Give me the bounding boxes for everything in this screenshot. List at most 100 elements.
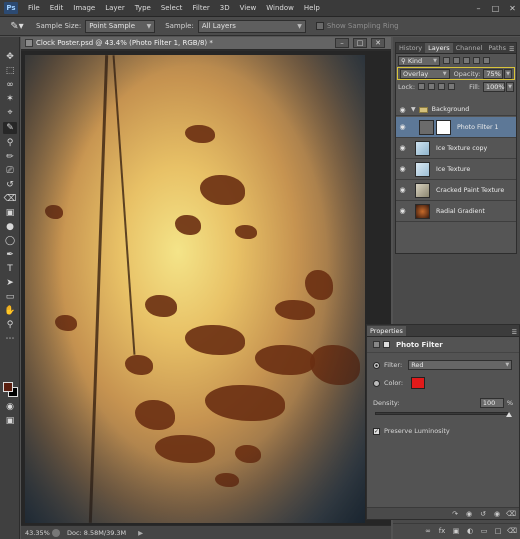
adjustment-filter-icon[interactable] — [453, 57, 460, 64]
stamp-icon[interactable]: ⎚ — [3, 165, 17, 177]
canvas-area[interactable] — [21, 51, 391, 525]
eye-icon[interactable]: ◉ — [396, 186, 409, 194]
fill-input[interactable]: 100% — [483, 81, 505, 92]
tab-channel[interactable]: Channel — [453, 43, 486, 53]
eye-icon[interactable]: ◉ — [396, 165, 409, 173]
density-input[interactable]: 100 — [479, 398, 504, 408]
shape-filter-icon[interactable] — [473, 57, 480, 64]
lock-transparent-icon[interactable] — [418, 83, 426, 90]
hand-icon[interactable]: ✋ — [3, 305, 17, 317]
blend-mode-select[interactable]: Overlay ▼ — [400, 68, 450, 79]
maximize-icon[interactable]: □ — [488, 2, 503, 15]
tab-properties[interactable]: Properties — [367, 326, 406, 336]
layer-row-cracked-paint[interactable]: ◉ Cracked Paint Texture — [396, 180, 516, 201]
eye-icon[interactable]: ◉ — [396, 123, 409, 131]
document-tab[interactable]: Clock Poster.psd @ 43.4% (Photo Filter 1… — [21, 37, 391, 50]
kind-filter-select[interactable]: ⚲ Kind ▼ — [398, 55, 440, 66]
status-menu-icon[interactable] — [52, 528, 60, 537]
lock-image-icon[interactable] — [428, 83, 436, 90]
reset-icon[interactable]: ↺ — [479, 510, 487, 518]
menu-filter[interactable]: Filter — [187, 4, 214, 12]
filter-radio[interactable] — [373, 361, 380, 369]
layer-mask-thumbnail[interactable] — [436, 119, 451, 135]
fx-icon[interactable]: fx — [438, 527, 446, 535]
new-layer-icon[interactable]: □ — [494, 527, 502, 535]
dodge-icon[interactable]: ◯ — [3, 235, 17, 247]
eye-icon[interactable]: ◉ — [396, 207, 409, 215]
zoom-icon[interactable]: ⚲ — [3, 319, 17, 331]
filter-color-swatch[interactable] — [411, 377, 426, 389]
chevron-down-icon[interactable]: ▼ — [504, 68, 512, 79]
opacity-input[interactable]: 75% — [483, 68, 504, 79]
tab-paths[interactable]: Paths — [485, 43, 509, 53]
density-slider-knob[interactable] — [506, 412, 512, 417]
quick-select-icon[interactable]: ✶ — [3, 93, 17, 105]
chevron-down-icon[interactable]: ▼ — [506, 81, 514, 92]
menu-file[interactable]: File — [23, 4, 45, 12]
restore-icon[interactable]: □ — [353, 38, 367, 48]
move-icon[interactable]: ✥ — [3, 51, 17, 63]
add-mask-icon[interactable]: ▣ — [452, 527, 460, 535]
pixel-filter-icon[interactable] — [443, 57, 450, 64]
color-radio[interactable] — [373, 379, 380, 387]
close-icon[interactable]: ✕ — [371, 38, 385, 48]
minimize-icon[interactable]: – — [471, 2, 486, 15]
minimize-icon[interactable]: – — [335, 38, 349, 48]
path-select-icon[interactable]: ➤ — [3, 277, 17, 289]
three-d-icon[interactable]: ⋯ — [3, 333, 17, 345]
menu-select[interactable]: Select — [156, 4, 188, 12]
menu-edit[interactable]: Edit — [45, 4, 69, 12]
type-filter-icon[interactable] — [463, 57, 470, 64]
screen-mode-icon[interactable]: ▣ — [3, 415, 17, 427]
menu-layer[interactable]: Layer — [100, 4, 130, 12]
trash-icon[interactable]: ⌫ — [506, 510, 516, 518]
visibility-icon[interactable]: ◉ — [493, 510, 501, 518]
layer-row-ice-texture-copy[interactable]: ◉ Ice Texture copy — [396, 138, 516, 159]
new-group-icon[interactable]: ▭ — [480, 527, 488, 535]
trash-icon[interactable]: ⌫ — [507, 527, 517, 535]
filter-select[interactable]: Red ▼ — [408, 360, 513, 370]
layer-row-radial-gradient[interactable]: ◉ Radial Gradient — [396, 201, 516, 222]
menu-3d[interactable]: 3D — [215, 4, 235, 12]
healing-icon[interactable]: ⚲ — [3, 137, 17, 149]
eye-icon[interactable]: ◉ — [396, 144, 409, 152]
menu-help[interactable]: Help — [299, 4, 325, 12]
gradient-icon[interactable]: ▣ — [3, 207, 17, 219]
mask-icon[interactable] — [383, 341, 390, 348]
sampling-ring-checkbox[interactable] — [315, 22, 324, 30]
sample-select[interactable]: All Layers ▼ — [197, 19, 306, 33]
preserve-luminosity-checkbox[interactable]: ✓ — [373, 427, 380, 435]
brush-icon[interactable]: ✏ — [3, 151, 17, 163]
adjustment-layer-icon[interactable]: ◐ — [466, 527, 474, 535]
chevron-right-icon[interactable]: ▶ — [138, 529, 143, 537]
layer-row-ice-texture[interactable]: ◉ Ice Texture — [396, 159, 516, 180]
eyedropper-icon[interactable]: ✎▾ — [6, 19, 28, 34]
menu-window[interactable]: Window — [261, 4, 299, 12]
density-slider[interactable] — [367, 411, 519, 419]
menu-type[interactable]: Type — [130, 4, 156, 12]
type-icon[interactable]: T — [3, 263, 17, 275]
close-icon[interactable]: ✕ — [505, 2, 520, 15]
view-previous-icon[interactable]: ◉ — [465, 510, 473, 518]
panel-menu-icon[interactable]: ☰ — [509, 46, 516, 53]
lock-all-icon[interactable] — [448, 83, 456, 90]
eraser-icon[interactable]: ⌫ — [3, 193, 17, 205]
tab-layers[interactable]: Layers — [425, 43, 453, 53]
tab-history[interactable]: History — [396, 43, 425, 53]
lock-position-icon[interactable] — [438, 83, 446, 90]
pen-icon[interactable]: ✒ — [3, 249, 17, 261]
menu-view[interactable]: View — [235, 4, 262, 12]
sample-size-select[interactable]: Point Sample ▼ — [85, 19, 156, 33]
eye-icon[interactable]: ◉ — [396, 106, 409, 114]
menu-image[interactable]: Image — [68, 4, 100, 12]
layer-row-photo-filter[interactable]: ◉ Photo Filter 1 — [396, 117, 516, 138]
panel-menu-icon[interactable]: ☰ — [512, 329, 519, 336]
zoom-level[interactable]: 43.35% — [25, 529, 50, 537]
smart-filter-icon[interactable] — [483, 57, 490, 64]
chevron-down-icon[interactable]: ▼ — [411, 106, 416, 113]
crop-icon[interactable]: ⌖ — [3, 107, 17, 119]
density-slider-track[interactable] — [375, 412, 509, 415]
layer-group-background[interactable]: ◉ ▼ Background — [396, 104, 516, 116]
link-icon[interactable]: ∞ — [424, 527, 432, 535]
lasso-icon[interactable]: ∞ — [3, 79, 17, 91]
